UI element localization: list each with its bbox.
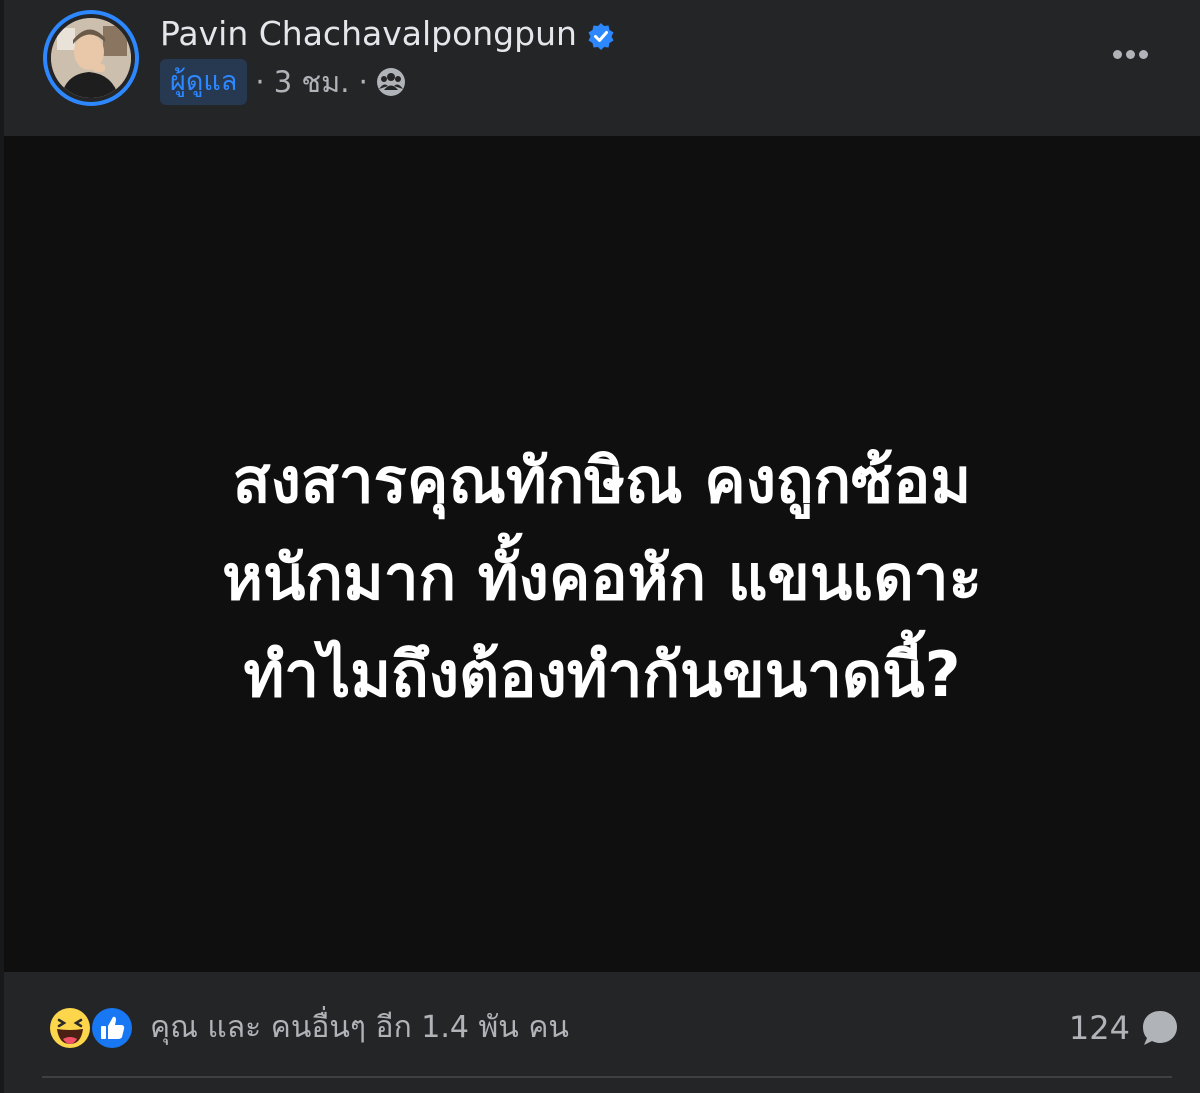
comment-count: 124 [1068,1009,1130,1047]
author-avatar[interactable] [43,10,139,106]
author-name[interactable]: Pavin Chachavalpongpun [160,14,577,53]
like-icon [90,1006,134,1050]
post-footer: คุณ และ คนอื่นๆ อีก 1.4 พัน คน 124 [4,972,1200,1093]
dot [1138,49,1148,59]
comment-bubble-icon [1143,1011,1177,1045]
reaction-icons[interactable] [46,1004,136,1052]
group-privacy-icon[interactable] [376,67,406,97]
dot [1112,49,1122,59]
verified-badge-icon [588,23,614,50]
post-header: Pavin Chachavalpongpun ผู้ดูแล · 3 ชม. · [4,0,1200,136]
post-card: Pavin Chachavalpongpun ผู้ดูแล · 3 ชม. · [4,0,1200,1093]
footer-divider [42,1076,1172,1078]
post-time[interactable]: · 3 ชม. · [255,59,368,105]
post-image-text: สงสารคุณทักษิณ คงถูกซ้อม หนักมาก ทั้งคอห… [222,444,982,711]
dot [1125,49,1135,59]
comments-link[interactable]: 124 [1069,1004,1180,1052]
role-badge[interactable]: ผู้ดูแล [160,59,248,105]
reaction-summary[interactable]: คุณ และ คนอื่นๆ อีก 1.4 พัน คน [150,1004,569,1052]
haha-icon [48,1006,92,1050]
post-image[interactable]: สงสารคุณทักษิณ คงถูกซ้อม หนักมาก ทั้งคอห… [4,136,1200,972]
more-options-icon[interactable] [1104,36,1156,72]
post-meta: ผู้ดูแล · 3 ชม. · [160,58,406,106]
avatar-photo [51,18,131,98]
